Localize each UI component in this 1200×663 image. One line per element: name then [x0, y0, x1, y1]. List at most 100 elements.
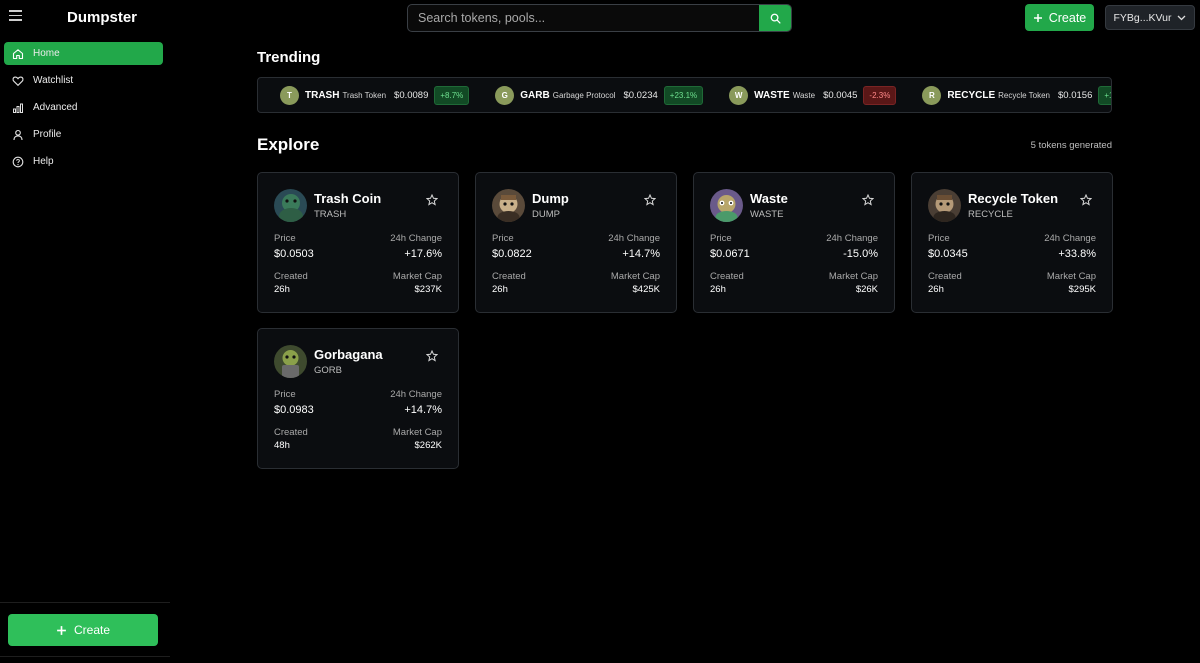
star-icon[interactable]: [426, 350, 438, 362]
explore-title: Explore: [257, 135, 320, 154]
sidebar-item-label: Help: [33, 156, 54, 167]
token-created: 26h: [492, 284, 508, 295]
token-price: $0.0503: [274, 248, 314, 260]
token-market-cap: $237K: [414, 284, 442, 295]
change-label: 24h Change: [390, 233, 442, 244]
created-label: Created: [710, 271, 744, 282]
token-change: -15.0%: [843, 248, 878, 260]
token-card-dump[interactable]: Dump DUMP Price 24h Change $0.0822 +14.7…: [475, 172, 677, 313]
wallet-button[interactable]: FYBg...KVur: [1105, 5, 1195, 30]
token-market-cap: $26K: [855, 284, 878, 295]
token-change: +33.8%: [1058, 248, 1096, 260]
price-label: Price: [274, 233, 296, 244]
create-button-label: Create: [73, 623, 111, 637]
trending-item-waste[interactable]: W WASTE Waste $0.0045 -2.3%: [729, 85, 897, 105]
menu-icon[interactable]: [9, 10, 23, 24]
sidebar-divider: [0, 656, 170, 657]
token-price: $0.0089: [394, 89, 429, 101]
token-market-cap: $262K: [414, 440, 442, 451]
token-card-recycle-token[interactable]: Recycle Token RECYCLE Price 24h Change $…: [911, 172, 1113, 313]
token-market-cap: $295K: [1068, 284, 1096, 295]
token-avatar: W: [729, 85, 749, 105]
app-brand[interactable]: Dumpster: [67, 9, 137, 26]
token-avatar: [492, 189, 525, 222]
token-name: Waste: [750, 191, 788, 206]
created-label: Created: [274, 271, 308, 282]
change-label: 24h Change: [608, 233, 660, 244]
token-name: Recycle Token: [968, 191, 1059, 206]
star-icon[interactable]: [862, 194, 874, 206]
token-symbol: GORB: [314, 365, 342, 376]
search-input[interactable]: [408, 5, 759, 31]
wallet-address: FYBg...KVur: [1113, 11, 1172, 24]
token-change: +14.7%: [622, 248, 660, 260]
create-button-sidebar[interactable]: Create: [8, 614, 158, 646]
search-button[interactable]: [759, 5, 791, 31]
token-price: $0.0345: [928, 248, 968, 260]
change-badge: +12.8%: [1098, 85, 1111, 105]
bar-chart-icon: [13, 103, 23, 113]
token-price: $0.0156: [1058, 89, 1093, 101]
token-created: 26h: [710, 284, 726, 295]
token-symbol: TRASH: [305, 89, 340, 101]
token-symbol: RECYCLE: [968, 209, 1013, 220]
token-symbol: WASTE: [750, 209, 784, 220]
token-card-gorbagana[interactable]: Gorbagana GORB Price 24h Change $0.0983 …: [257, 328, 459, 469]
token-name: Trash Coin: [314, 191, 382, 206]
token-market-cap: $425K: [632, 284, 660, 295]
sidebar-item-help[interactable]: Help: [4, 150, 163, 173]
sidebar-item-watchlist[interactable]: Watchlist: [4, 69, 163, 92]
market-cap-label: Market Cap: [1046, 271, 1096, 282]
token-name: Recycle Token: [998, 90, 1051, 100]
sidebar-item-label: Profile: [33, 129, 62, 140]
change-badge: -2.3%: [863, 85, 897, 105]
created-label: Created: [492, 271, 526, 282]
sidebar-item-label: Advanced: [33, 102, 78, 113]
market-cap-label: Market Cap: [610, 271, 660, 282]
token-card-waste[interactable]: Waste WASTE Price 24h Change $0.0671 -15…: [693, 172, 895, 313]
token-created: 26h: [928, 284, 944, 295]
token-name: Garbage Protocol: [552, 90, 616, 100]
token-symbol: DUMP: [532, 209, 560, 220]
trending-ticker: T TRASH Trash Token $0.0089 +8.7% G GARB…: [257, 77, 1112, 113]
home-icon: [12, 48, 24, 59]
token-created: 48h: [274, 440, 290, 451]
change-badge: +8.7%: [434, 85, 470, 105]
sidebar-item-label: Home: [33, 48, 60, 59]
plus-icon: [1033, 13, 1042, 22]
trending-item-garb[interactable]: G GARB Garbage Protocol $0.0234 +23.1%: [495, 85, 704, 105]
price-label: Price: [274, 389, 296, 400]
market-cap-label: Market Cap: [392, 427, 442, 438]
star-icon[interactable]: [644, 194, 656, 206]
sidebar-divider: [0, 602, 170, 603]
change-badge: +23.1%: [663, 85, 704, 105]
token-change: +17.6%: [404, 248, 442, 260]
token-name: Dump: [532, 191, 569, 206]
sidebar-item-advanced[interactable]: Advanced: [4, 96, 163, 119]
change-label: 24h Change: [1044, 233, 1096, 244]
market-cap-label: Market Cap: [392, 271, 442, 282]
price-label: Price: [928, 233, 950, 244]
token-name: Trash Token: [342, 90, 387, 100]
token-symbol: TRASH: [314, 209, 347, 220]
token-card-trash-coin[interactable]: Trash Coin TRASH Price 24h Change $0.050…: [257, 172, 459, 313]
create-button-top[interactable]: Create: [1025, 4, 1094, 31]
token-avatar: [928, 189, 961, 222]
sidebar-item-profile[interactable]: Profile: [4, 123, 163, 146]
change-label: 24h Change: [390, 389, 442, 400]
chevron-down-icon: [1178, 15, 1186, 20]
user-icon: [13, 129, 23, 140]
create-button-label: Create: [1048, 10, 1087, 25]
token-avatar: [710, 189, 743, 222]
price-label: Price: [492, 233, 514, 244]
star-icon[interactable]: [1080, 194, 1092, 206]
heart-icon: [12, 76, 24, 86]
star-icon[interactable]: [426, 194, 438, 206]
search-bar: [407, 4, 792, 32]
token-price: $0.0234: [623, 89, 658, 101]
trending-item-recycle[interactable]: R RECYCLE Recycle Token $0.0156 +12.8%: [922, 85, 1111, 105]
sidebar-item-home[interactable]: Home: [4, 42, 163, 65]
trending-item-trash[interactable]: T TRASH Trash Token $0.0089 +8.7%: [280, 85, 470, 105]
token-symbol: WASTE: [754, 89, 790, 101]
token-avatar: R: [922, 85, 942, 105]
